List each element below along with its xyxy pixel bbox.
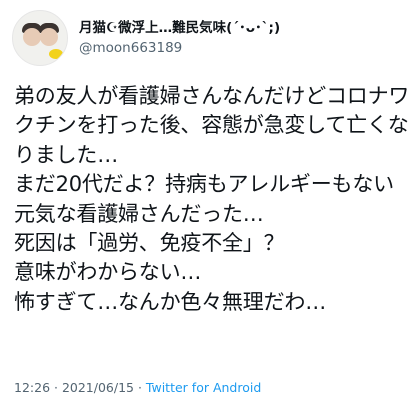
user-names: 月猫☪微浮上…難民気味(´･ᴗ･`;) @moon663189: [79, 19, 280, 57]
tweet-source-link[interactable]: Twitter for Android: [146, 380, 261, 395]
tweet-metadata: 12:26 · 2021/06/15 · Twitter for Android: [14, 380, 261, 395]
user-handle[interactable]: @moon663189: [79, 39, 280, 57]
avatar[interactable]: [12, 10, 68, 66]
tweet-date[interactable]: 2021/06/15: [62, 380, 134, 395]
avatar-face-left: [23, 28, 41, 46]
display-name[interactable]: 月猫☪微浮上…難民気味(´･ᴗ･`;): [79, 19, 280, 37]
avatar-face-right: [40, 28, 58, 46]
meta-separator: ·: [50, 380, 62, 395]
tweet-card: 月猫☪微浮上…難民気味(´･ᴗ･`;) @moon663189 弟の友人が看護婦…: [0, 0, 418, 415]
avatar-yellow-blob: [49, 49, 63, 59]
tweet-text: 弟の友人が看護婦さんなんだけどコロナワクチンを打った後、容態が急変して亡くなりま…: [14, 84, 410, 314]
tweet-header: 月猫☪微浮上…難民気味(´･ᴗ･`;) @moon663189: [12, 10, 280, 66]
tweet-time[interactable]: 12:26: [14, 380, 50, 395]
meta-separator-2: ·: [134, 380, 146, 395]
